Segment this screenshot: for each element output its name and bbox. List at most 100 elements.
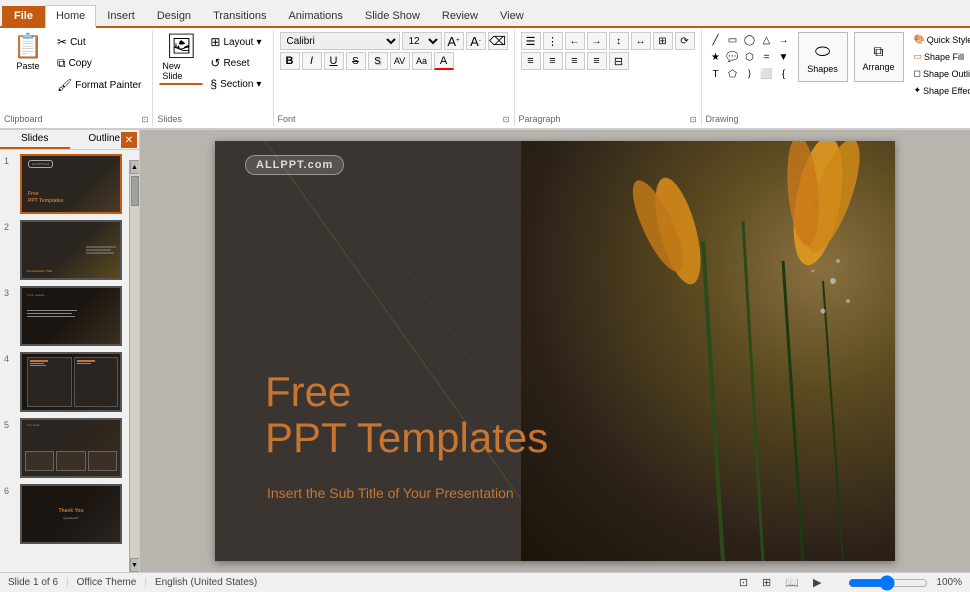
reset-icon: ↺ <box>210 56 220 70</box>
underline-button[interactable]: U <box>324 52 344 70</box>
reading-view-button[interactable]: 📖 <box>782 576 802 589</box>
shape-triangle[interactable]: △ <box>759 32 775 48</box>
slide-sorter-button[interactable]: ⊞ <box>759 576 774 589</box>
numbering-button[interactable]: ⋮ <box>543 32 563 50</box>
clipboard-expand-icon[interactable]: ⊡ <box>142 115 149 124</box>
shape-arrow[interactable]: → <box>776 32 792 48</box>
slide-thumb-3[interactable]: 3 Topic Header <box>4 286 135 346</box>
tab-insert[interactable]: Insert <box>96 5 146 26</box>
text-direction-button[interactable]: ↔ <box>631 32 651 50</box>
shape-outline-button[interactable]: ◻ Shape Outline <box>910 66 970 81</box>
align-right-button[interactable]: ≡ <box>565 52 585 70</box>
arrange-button[interactable]: ⧉ Arrange <box>854 32 904 82</box>
quick-styles-button[interactable]: 🎨 Quick Styles <box>910 32 970 47</box>
tab-design[interactable]: Design <box>146 5 202 26</box>
shape-cube[interactable]: ⬜ <box>759 66 775 82</box>
shape-textbox[interactable]: T <box>708 66 724 82</box>
slide-panel-scrollbar[interactable]: ▲ ▼ <box>129 160 139 572</box>
slide-img-5[interactable]: Our Team <box>20 418 122 478</box>
new-slide-button[interactable]: 🖼 New Slide <box>159 32 203 85</box>
tab-transitions[interactable]: Transitions <box>202 5 277 26</box>
slide-thumb-5[interactable]: 5 Our Team <box>4 418 135 478</box>
slide-title[interactable]: Free PPT Templates <box>265 369 548 461</box>
scroll-thumb[interactable] <box>131 176 139 206</box>
slide-thumb-2[interactable]: 2 Presentation Title <box>4 220 135 280</box>
copy-button[interactable]: ⧉ Copy <box>52 53 146 74</box>
slide-thumb-6[interactable]: 6 Thank You Questions? <box>4 484 135 544</box>
text-shadow-button[interactable]: S <box>368 52 388 70</box>
cut-button[interactable]: ✂ Cut <box>52 32 146 52</box>
slide-thumb-1[interactable]: 1 FreePPT Templates ALLPPT.com <box>4 154 135 214</box>
change-case-button[interactable]: Aa <box>412 52 432 70</box>
layout-button[interactable]: ⊞ Layout ▾ <box>205 32 266 52</box>
slide-subtitle[interactable]: Insert the Sub Title of Your Presentatio… <box>267 485 514 501</box>
character-spacing-button[interactable]: AV <box>390 52 410 70</box>
shape-fill-button[interactable]: ▭ Shape Fill <box>910 49 970 64</box>
slides-tab[interactable]: Slides <box>0 130 70 149</box>
font-size-select[interactable]: 12 <box>402 32 442 50</box>
bold-button[interactable]: B <box>280 52 300 70</box>
font-name-select[interactable]: Calibri <box>280 32 400 50</box>
shape-callout[interactable]: 💬 <box>725 49 741 65</box>
slideshow-view-button[interactable]: ▶ <box>810 576 824 589</box>
increase-indent-button[interactable]: → <box>587 32 607 50</box>
shape-rect[interactable]: ▭ <box>725 32 741 48</box>
italic-button[interactable]: I <box>302 52 322 70</box>
paste-button[interactable]: 📋 Paste <box>6 32 50 74</box>
shape-chevron[interactable]: ⟩ <box>742 66 758 82</box>
strikethrough-button[interactable]: S <box>346 52 366 70</box>
tab-bar: File Home Insert Design Transitions Anim… <box>0 0 970 28</box>
shapes-button[interactable]: ⬭ Shapes <box>798 32 848 82</box>
align-text-button[interactable]: ⊞ <box>653 32 673 50</box>
bullets-button[interactable]: ☰ <box>521 32 541 50</box>
reset-button[interactable]: ↺ Reset <box>205 53 266 73</box>
scroll-up-button[interactable]: ▲ <box>130 160 140 174</box>
tab-view[interactable]: View <box>489 5 535 26</box>
font-row-2: B I U S S AV Aa A <box>280 52 454 70</box>
paragraph-expand-icon[interactable]: ⊡ <box>690 115 697 124</box>
slide-canvas[interactable]: ALLPPT.com Free PPT Templates Insert the… <box>215 141 895 561</box>
slide-num-6: 6 <box>4 484 16 496</box>
shape-star[interactable]: ★ <box>708 49 724 65</box>
shape-circle[interactable]: ◯ <box>742 32 758 48</box>
shape-flowchart[interactable]: ⬡ <box>742 49 758 65</box>
slide-img-2[interactable]: Presentation Title <box>20 220 122 280</box>
tab-slideshow[interactable]: Slide Show <box>354 5 431 26</box>
shape-more[interactable]: ▼ <box>776 49 792 65</box>
decrease-indent-button[interactable]: ← <box>565 32 585 50</box>
slide-img-3[interactable]: Topic Header <box>20 286 122 346</box>
align-left-button[interactable]: ≡ <box>521 52 541 70</box>
columns-button[interactable]: ⊟ <box>609 52 629 70</box>
slide-img-4[interactable] <box>20 352 122 412</box>
decrease-font-button[interactable]: A- <box>466 32 486 50</box>
shape-line[interactable]: ╱ <box>708 32 724 48</box>
normal-view-button[interactable]: ⊡ <box>736 576 751 589</box>
panel-close-button[interactable]: ✕ <box>121 132 137 148</box>
shape-pentagon[interactable]: ⬠ <box>725 66 741 82</box>
font-expand-icon[interactable]: ⊡ <box>503 115 510 124</box>
slides-footer: Slides <box>153 112 272 126</box>
clear-format-button[interactable]: ⌫ <box>488 32 508 50</box>
zoom-slider[interactable] <box>848 576 928 590</box>
tab-review[interactable]: Review <box>431 5 489 26</box>
convert-smartart-button[interactable]: ⟳ <box>675 32 695 50</box>
increase-font-button[interactable]: A+ <box>444 32 464 50</box>
slide-img-6[interactable]: Thank You Questions? <box>20 484 122 544</box>
scroll-down-button[interactable]: ▼ <box>130 558 140 572</box>
align-center-button[interactable]: ≡ <box>543 52 563 70</box>
tab-home[interactable]: Home <box>45 5 96 28</box>
font-color-button[interactable]: A <box>434 52 454 70</box>
flower-area <box>521 141 895 561</box>
slide-img-1[interactable]: FreePPT Templates ALLPPT.com <box>20 154 122 214</box>
section-button[interactable]: § Section ▾ <box>205 74 266 94</box>
shape-brace[interactable]: { <box>776 66 792 82</box>
shape-effects-button[interactable]: ✦ Shape Effects <box>910 83 970 98</box>
para-row-2: ≡ ≡ ≡ ≡ ⊟ <box>521 52 629 70</box>
shape-equation[interactable]: = <box>759 49 775 65</box>
slide-thumb-4[interactable]: 4 <box>4 352 135 412</box>
format-painter-button[interactable]: 🖌 Format Painter <box>52 75 146 95</box>
tab-file[interactable]: File <box>2 6 45 26</box>
tab-animations[interactable]: Animations <box>277 5 353 26</box>
line-spacing-button[interactable]: ↕ <box>609 32 629 50</box>
justify-button[interactable]: ≡ <box>587 52 607 70</box>
